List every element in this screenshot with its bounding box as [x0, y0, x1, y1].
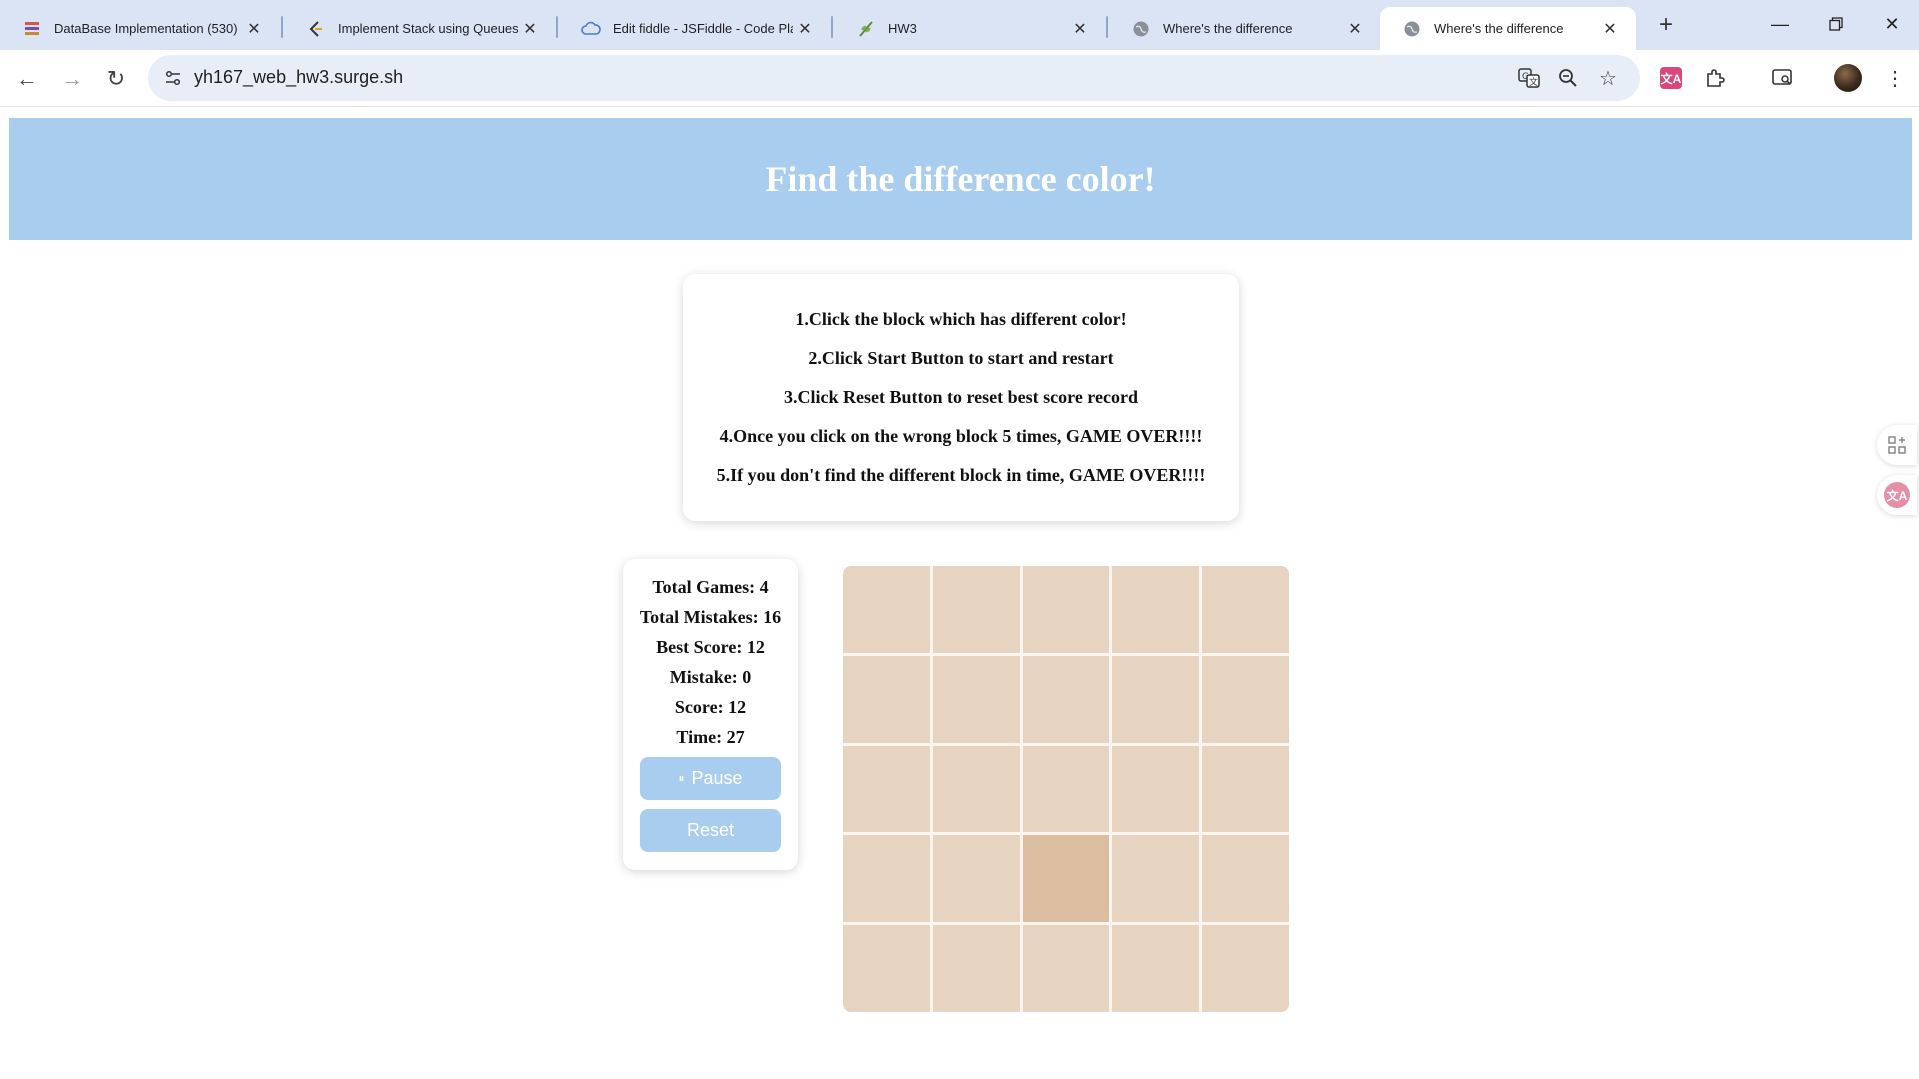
tab-stack-queues[interactable]: Implement Stack using Queues ✕	[284, 7, 556, 50]
total-mistakes: Total Mistakes: 16	[639, 607, 782, 627]
mistake-count: Mistake: 0	[669, 667, 752, 687]
game-grid	[843, 566, 1289, 1012]
restore-icon[interactable]	[1808, 6, 1864, 42]
grid-block[interactable]	[1112, 925, 1200, 1012]
total-games: Total Games: 4	[652, 577, 769, 597]
grid-block[interactable]	[1112, 566, 1200, 653]
url-text: yh167_web_hw3.surge.sh	[194, 67, 404, 87]
minimize-icon[interactable]: —	[1752, 6, 1808, 42]
rule-item: 2.Click Start Button to start and restar…	[808, 348, 1114, 368]
new-tab-button[interactable]: +	[1651, 10, 1681, 40]
best-score: Best Score: 12	[656, 637, 765, 657]
profile-avatar[interactable]	[1834, 64, 1862, 92]
stats-panel: Total Games: 4 Total Mistakes: 16 Best S…	[623, 559, 798, 870]
grid-block-different[interactable]	[1022, 835, 1110, 923]
close-icon[interactable]: ✕	[1598, 17, 1622, 41]
grid-block[interactable]	[932, 655, 1020, 743]
grid-block[interactable]	[843, 566, 930, 653]
leetcode-icon	[306, 19, 326, 39]
pause-icon: ⏸	[678, 771, 685, 785]
close-icon[interactable]: ✕	[793, 17, 817, 41]
plant-icon	[856, 19, 876, 39]
reload-icon[interactable]: ↻	[101, 64, 131, 94]
grid-block[interactable]	[1202, 745, 1289, 833]
tab-separator	[556, 16, 558, 38]
grid-block[interactable]	[1112, 655, 1200, 743]
extensions-puzzle-icon[interactable]	[1700, 63, 1730, 93]
tab-difference-1[interactable]: Where's the difference ✕	[1109, 7, 1381, 50]
tab-separator	[831, 16, 833, 38]
grid-block[interactable]	[843, 835, 930, 923]
grid-block[interactable]	[1202, 925, 1289, 1012]
grid-block[interactable]	[1112, 835, 1200, 923]
rule-item: 1.Click the block which has different co…	[795, 309, 1127, 329]
grid-block[interactable]	[1202, 835, 1289, 923]
grid-block[interactable]	[1202, 655, 1289, 743]
address-bar[interactable]: yh167_web_hw3.surge.sh G文 ☆	[148, 55, 1640, 101]
back-icon[interactable]: ←	[12, 64, 42, 94]
reset-label: Reset	[686, 820, 735, 840]
close-icon[interactable]: ✕	[242, 17, 266, 41]
close-icon[interactable]: ✕	[518, 17, 542, 41]
reset-button[interactable]: Reset	[640, 809, 781, 852]
grid-block[interactable]	[843, 745, 930, 833]
forward-icon[interactable]: →	[57, 64, 87, 94]
grid-block[interactable]	[1112, 745, 1200, 833]
grid-block[interactable]	[843, 925, 930, 1012]
bookmark-star-icon[interactable]: ☆	[1595, 65, 1621, 91]
grid-block[interactable]	[1022, 925, 1110, 1012]
close-icon[interactable]: ✕	[1343, 17, 1367, 41]
grid-block[interactable]	[1202, 566, 1289, 653]
close-window-icon[interactable]: ✕	[1864, 6, 1919, 42]
rule-item: 5.If you don't find the different block …	[716, 465, 1206, 485]
tab-database[interactable]: DataBase Implementation (530) ✕	[0, 7, 280, 50]
tab-strip: DataBase Implementation (530) ✕ Implemen…	[0, 0, 1919, 50]
rule-item: 3.Click Reset Button to reset best score…	[784, 387, 1138, 407]
tab-title: HW3	[888, 21, 917, 36]
grid-block[interactable]	[1022, 745, 1110, 833]
svg-text:文: 文	[1529, 76, 1538, 88]
tab-search-icon[interactable]	[1768, 63, 1798, 93]
page-title: Find the difference color!	[765, 159, 1156, 199]
grid-block[interactable]	[932, 566, 1020, 653]
globe-icon	[1402, 19, 1422, 39]
tab-separator	[1106, 16, 1108, 38]
tab-jsfiddle[interactable]: Edit fiddle - JSFiddle - Code Play ✕	[559, 7, 831, 50]
menu-kebab-icon[interactable]: ⋮	[1880, 63, 1910, 93]
tab-title: Where's the difference	[1163, 21, 1293, 36]
stack-icon	[22, 19, 42, 39]
grid-block[interactable]	[932, 835, 1020, 923]
zoom-icon[interactable]	[1555, 65, 1581, 91]
rules-panel: 1.Click the block which has different co…	[683, 274, 1239, 521]
grid-block[interactable]	[1022, 655, 1110, 743]
translate-extension-icon[interactable]: 文A	[1660, 67, 1682, 89]
close-icon[interactable]: ✕	[1068, 17, 1092, 41]
globe-icon	[1131, 19, 1151, 39]
grid-block[interactable]	[932, 925, 1020, 1012]
sidebar-apps-icon[interactable]	[1877, 425, 1917, 465]
timer: Time: 27	[676, 727, 745, 747]
tab-title: Edit fiddle - JSFiddle - Code Play	[613, 21, 793, 36]
cloud-icon	[581, 19, 601, 39]
tab-difference-active[interactable]: Where's the difference ✕	[1380, 7, 1636, 50]
tab-title: Where's the difference	[1434, 21, 1564, 36]
tab-title: Implement Stack using Queues	[338, 21, 518, 36]
pause-label: Pause	[691, 768, 743, 788]
grid-block[interactable]	[932, 745, 1020, 833]
tab-title: DataBase Implementation (530)	[54, 21, 238, 36]
grid-block[interactable]	[843, 655, 930, 743]
page-header: Find the difference color!	[9, 118, 1912, 240]
tab-separator	[281, 16, 283, 38]
tab-hw3[interactable]: HW3 ✕	[834, 7, 1106, 50]
grid-block[interactable]	[1022, 566, 1110, 653]
site-info-icon[interactable]	[158, 63, 188, 93]
translate-icon[interactable]: G文	[1516, 65, 1542, 91]
rule-item: 4.Once you click on the wrong block 5 ti…	[719, 426, 1203, 446]
sidebar-translate-icon[interactable]: 文A	[1877, 475, 1917, 515]
browser-toolbar: ← → ↻ yh167_web_hw3.surge.sh G文 ☆ 文A ⋮	[0, 50, 1919, 107]
pause-button[interactable]: ⏸ Pause	[640, 757, 781, 800]
score: Score: 12	[674, 697, 747, 717]
